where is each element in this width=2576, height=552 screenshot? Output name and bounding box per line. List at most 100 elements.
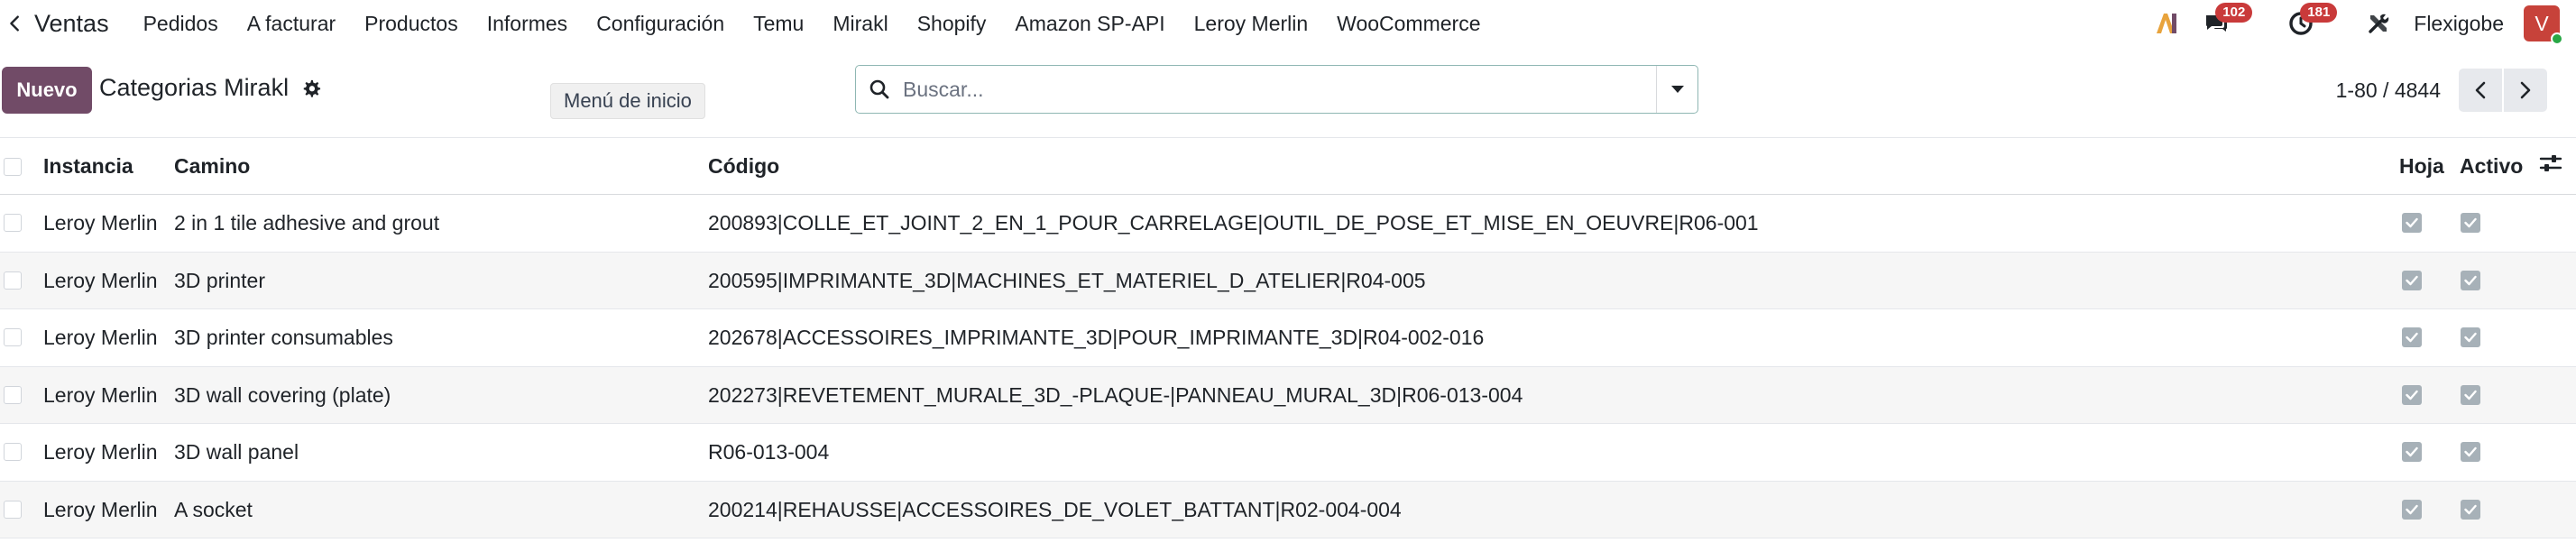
table-row[interactable]: Leroy Merlin 2 in 1 tile adhesive and gr… [0, 195, 2576, 253]
cell-codigo: 200893|COLLE_ET_JOINT_2_EN_1_POUR_CARREL… [708, 211, 1759, 235]
sliders-icon [2539, 155, 2562, 171]
menu-item-pedidos[interactable]: Pedidos [129, 0, 233, 47]
search-icon [856, 78, 903, 100]
menu-item-temu[interactable]: Temu [739, 0, 818, 47]
check-icon [2406, 332, 2418, 343]
pager-previous-button[interactable] [2459, 69, 2502, 112]
check-icon [2464, 275, 2477, 285]
column-header-activo[interactable]: Activo [2460, 154, 2523, 179]
row-select-checkbox[interactable] [4, 443, 22, 461]
select-all-checkbox[interactable] [4, 158, 22, 176]
menu-item-productos[interactable]: Productos [350, 0, 473, 47]
row-select-checkbox[interactable] [4, 214, 22, 232]
check-icon [2406, 446, 2418, 457]
hoja-checkbox[interactable] [2402, 327, 2422, 347]
cell-codigo: 200214|REHAUSSE|ACCESSOIRES_DE_VOLET_BAT… [708, 497, 1402, 521]
column-header-camino[interactable]: Camino [174, 154, 250, 179]
menu-item-configuracion[interactable]: Configuración [582, 0, 739, 47]
hoja-checkbox[interactable] [2402, 270, 2422, 290]
activo-checkbox[interactable] [2461, 213, 2480, 233]
check-icon [2464, 390, 2477, 400]
hoja-checkbox[interactable] [2402, 384, 2422, 405]
activities-button[interactable]: 181 [2286, 3, 2338, 39]
search-panel-toggle[interactable] [1656, 66, 1697, 113]
hoja-checkbox[interactable] [2402, 442, 2422, 462]
list-view-table: Instancia Camino Código Hoja Activo Lero… [0, 137, 2576, 538]
hoja-checkbox[interactable] [2402, 213, 2422, 233]
cell-codigo: R06-013-004 [708, 440, 830, 464]
check-icon [2406, 390, 2418, 400]
cell-instancia: Leroy Merlin [43, 268, 158, 292]
activo-checkbox[interactable] [2461, 442, 2480, 462]
menu-item-leroy-merlin[interactable]: Leroy Merlin [1180, 0, 1323, 47]
activo-checkbox[interactable] [2461, 270, 2480, 290]
cell-codigo: 200595|IMPRIMANTE_3D|MACHINES_ET_MATERIE… [708, 268, 1426, 292]
cell-codigo: 202678|ACCESSOIRES_IMPRIMANTE_3D|POUR_IM… [708, 326, 1485, 349]
check-icon [2406, 504, 2418, 514]
column-header-instancia[interactable]: Instancia [43, 154, 133, 179]
check-icon [2464, 217, 2477, 228]
cell-camino: 3D wall covering (plate) [174, 382, 391, 407]
check-icon [2464, 504, 2477, 514]
row-select-checkbox[interactable] [4, 271, 22, 290]
home-menu-button[interactable]: Ventas [0, 0, 129, 47]
app-name: Ventas [34, 9, 109, 37]
menu-item-mirakl[interactable]: Mirakl [818, 0, 902, 47]
table-header: Instancia Camino Código Hoja Activo [0, 137, 2576, 195]
column-header-codigo[interactable]: Código [708, 154, 779, 179]
row-select-checkbox[interactable] [4, 385, 22, 404]
activities-count-badge: 181 [2300, 3, 2338, 23]
systray: 102 181 Flexigobe V [2152, 0, 2576, 47]
control-panel: Nuevo Categorias Mirakl 1-80 / 4844 [0, 47, 2576, 133]
row-select-checkbox[interactable] [4, 500, 22, 519]
menu-item-woocommerce[interactable]: WooCommerce [1322, 0, 1495, 47]
chevron-left-icon [10, 15, 19, 32]
cell-camino: 3D wall panel [174, 440, 299, 464]
ai-assistant-icon[interactable] [2152, 8, 2183, 39]
home-menu-tooltip: Menú de inicio [550, 83, 705, 119]
cell-camino: A socket [174, 497, 253, 521]
messages-button[interactable]: 102 [2201, 3, 2253, 39]
check-icon [2464, 446, 2477, 457]
menu-item-a-facturar[interactable]: A facturar [233, 0, 350, 47]
pager-value[interactable]: 1-80 / 4844 [2336, 78, 2441, 103]
cell-camino: 2 in 1 tile adhesive and grout [174, 211, 440, 235]
table-row[interactable]: Leroy Merlin 3D printer 200595|IMPRIMANT… [0, 252, 2576, 309]
hoja-checkbox[interactable] [2402, 499, 2422, 520]
cell-camino: 3D printer [174, 268, 265, 292]
search-bar [855, 65, 1698, 114]
new-record-button[interactable]: Nuevo [2, 67, 92, 114]
activo-checkbox[interactable] [2461, 499, 2480, 520]
chevron-right-icon [2520, 81, 2531, 99]
menu-item-shopify[interactable]: Shopify [903, 0, 1001, 47]
search-input[interactable] [903, 66, 1656, 113]
user-avatar[interactable]: V [2524, 5, 2563, 45]
chevron-left-icon [2475, 81, 2486, 99]
pager-next-button[interactable] [2504, 69, 2547, 112]
main-menu: Pedidos A facturar Productos Informes Co… [129, 0, 1495, 47]
optional-columns-toggle[interactable] [2539, 153, 2562, 179]
check-icon [2406, 217, 2418, 228]
check-icon [2464, 332, 2477, 343]
table-row[interactable]: Leroy Merlin 3D printer consumables 2026… [0, 309, 2576, 367]
cell-codigo: 202273|REVETEMENT_MURALE_3D_-PLAQUE-|PAN… [708, 382, 1523, 407]
check-icon [2406, 275, 2418, 285]
menu-item-amazon-sp-api[interactable]: Amazon SP-API [1000, 0, 1179, 47]
column-header-hoja[interactable]: Hoja [2399, 154, 2444, 179]
company-switcher[interactable]: Flexigobe [2414, 12, 2504, 36]
activo-checkbox[interactable] [2461, 384, 2480, 405]
debug-tools-icon[interactable] [2363, 8, 2394, 39]
gear-icon[interactable] [301, 78, 323, 99]
menu-item-informes[interactable]: Informes [473, 0, 582, 47]
table-row[interactable]: Leroy Merlin A socket 200214|REHAUSSE|AC… [0, 481, 2576, 538]
activo-checkbox[interactable] [2461, 327, 2480, 347]
table-row[interactable]: Leroy Merlin 3D wall covering (plate) 20… [0, 366, 2576, 424]
breadcrumb: Categorias Mirakl [99, 74, 323, 102]
cell-camino: 3D printer consumables [174, 326, 393, 349]
cell-instancia: Leroy Merlin [43, 440, 158, 464]
row-select-checkbox[interactable] [4, 328, 22, 346]
online-status-dot [2551, 32, 2563, 45]
top-navbar: Ventas Pedidos A facturar Productos Info… [0, 0, 2576, 47]
table-row[interactable]: Leroy Merlin 3D wall panel R06-013-004 [0, 424, 2576, 482]
messages-count-badge: 102 [2215, 3, 2253, 23]
